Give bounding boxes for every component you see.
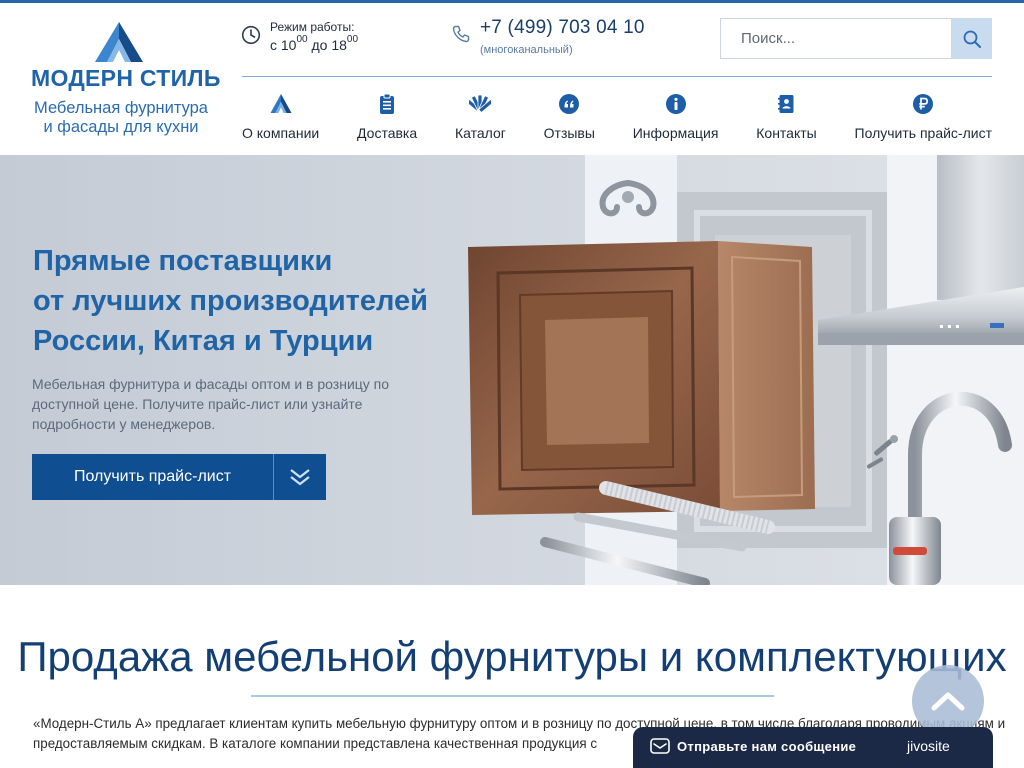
site-logo[interactable]: МОДЕРН СТИЛЬ Мебельная фурнитура и фасад… (30, 20, 221, 140)
section-title: Продажа мебельной фурнитуры и комплектую… (17, 633, 1007, 680)
top-accent-bar (0, 0, 1024, 3)
nav-item-label: Отзывы (543, 125, 595, 141)
hero-title: Прямые поставщики от лучших производител… (33, 241, 428, 361)
chat-widget[interactable]: Отправьте нам сообщение jivosite (633, 727, 993, 768)
phone-number[interactable]: +7 (499) 703 04 10 (480, 17, 645, 39)
nav-item-label: Каталог (454, 125, 506, 141)
section-title-underline (251, 695, 774, 697)
working-hours-label: Режим работы: (270, 20, 355, 34)
brand-name: МОДЕРН СТИЛЬ (31, 65, 221, 91)
search-icon (963, 30, 981, 48)
message-icon (650, 738, 670, 754)
hours-to-minutes: 00 (346, 34, 359, 45)
hero-illustration (468, 155, 1024, 585)
chat-label: Отправьте нам сообщение (677, 739, 857, 754)
nav-item-price-list[interactable]: Получить прайс-лист (855, 93, 992, 141)
info-icon (665, 94, 686, 114)
nav-item-about[interactable]: О компании (242, 93, 319, 141)
tagline-line: и фасады для кухни (43, 118, 199, 136)
ruble-icon (913, 94, 934, 114)
get-price-list-label: Получить прайс-лист (73, 468, 232, 485)
header-divider (242, 76, 992, 77)
nav-item-contacts[interactable]: Контакты (756, 93, 817, 141)
hero-banner: Прямые поставщики от лучших производител… (0, 155, 1024, 585)
hours-prefix: с (270, 37, 277, 53)
phone-icon (452, 25, 470, 43)
hero-description: Мебельная фурнитура и фасады оптом и в р… (32, 376, 390, 432)
clipboard-icon (380, 93, 395, 114)
nav-item-reviews[interactable]: Отзывы (544, 93, 595, 141)
logo-a-icon (270, 94, 292, 113)
tagline-line: Мебельная фурнитура (34, 99, 208, 117)
clock-icon (241, 25, 261, 45)
catalog-fan-icon (469, 94, 492, 113)
phone-note: (многоканальный) (480, 44, 573, 56)
nav-item-label: Получить прайс-лист (854, 125, 992, 141)
search-button[interactable] (951, 18, 992, 59)
nav-item-label: Контакты (756, 125, 817, 141)
search-input[interactable] (720, 18, 951, 59)
main-nav: О компании Доставка Каталог Отзывы Инфор… (242, 93, 992, 141)
hero-title-line: России, Китая и Турции (33, 325, 374, 357)
contacts-book-icon (778, 95, 794, 113)
quote-icon (559, 94, 580, 114)
double-chevron-down-icon (290, 469, 310, 486)
logo-a-icon (95, 22, 143, 62)
wooden-cabinet-door (468, 241, 815, 515)
hero-title-line: Прямые поставщики (33, 245, 333, 277)
nav-item-label: Доставка (357, 125, 418, 141)
get-price-list-button[interactable]: Получить прайс-лист (32, 454, 326, 500)
hero-title-line: от лучших производителей (33, 285, 428, 317)
nav-item-information[interactable]: Информация (632, 93, 719, 141)
hours-from-minutes: 00 (296, 34, 308, 45)
cta-icon-area[interactable] (274, 454, 326, 500)
hours-to: 18 (331, 37, 347, 53)
working-hours: с 1000 до 1800 (270, 34, 359, 53)
hours-separator: до (311, 37, 328, 53)
hood-chimney (937, 155, 1024, 300)
nav-item-label: Информация (632, 125, 719, 141)
nav-item-catalog[interactable]: Каталог (455, 93, 506, 141)
hours-from: 10 (280, 37, 297, 53)
chat-brand-logo: jivosite (907, 738, 950, 754)
nav-item-label: О компании (242, 125, 320, 141)
chevron-up-icon (931, 692, 965, 711)
brand-tagline: Мебельная фурнитура и фасады для кухни (30, 99, 212, 137)
nav-item-delivery[interactable]: Доставка (357, 93, 417, 141)
